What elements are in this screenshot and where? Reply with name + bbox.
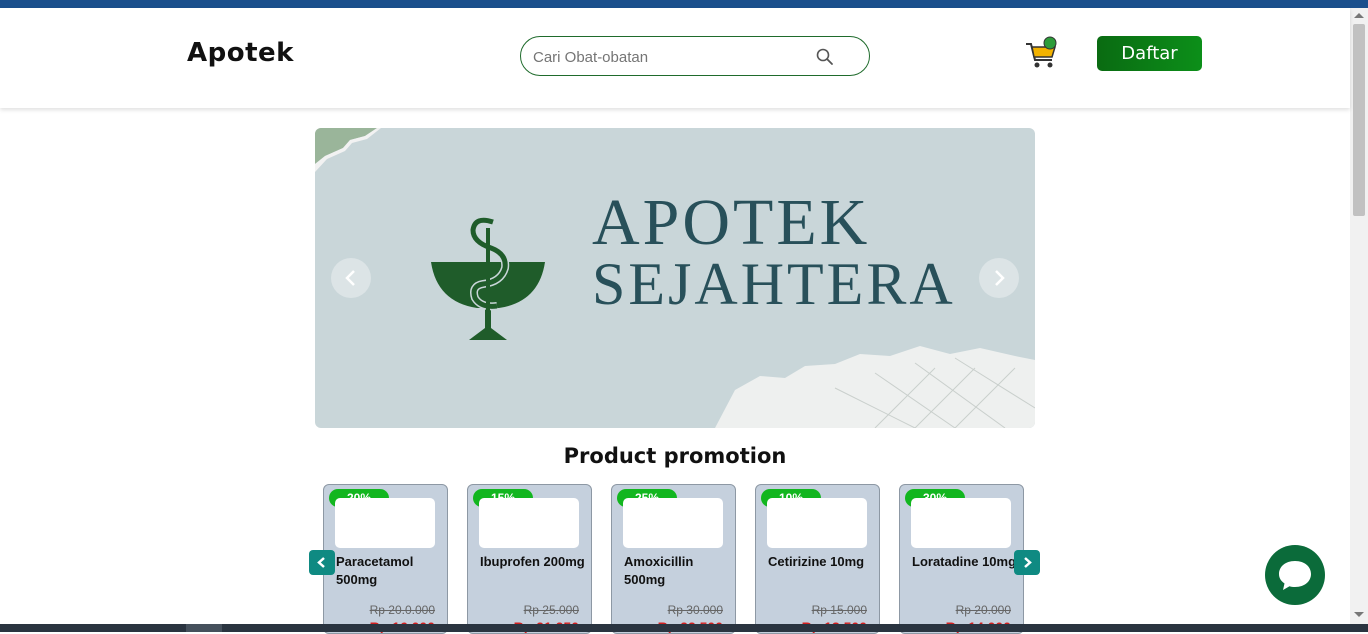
chevron-right-icon — [1024, 557, 1032, 568]
banner-prev-button[interactable] — [331, 258, 371, 298]
chat-button[interactable] — [1265, 545, 1325, 605]
original-price: Rp 15.000 — [811, 603, 867, 617]
chevron-left-icon — [317, 557, 325, 568]
original-price: Rp 20.000 — [955, 603, 1011, 617]
pharmacy-bowl-icon — [431, 216, 547, 346]
taskbar-strip — [0, 624, 1368, 632]
cart-icon[interactable] — [1024, 36, 1060, 72]
search-input[interactable] — [533, 45, 813, 69]
top-strip — [0, 0, 1368, 8]
register-button[interactable]: Daftar — [1097, 36, 1202, 71]
scroll-down-arrow[interactable] — [1354, 612, 1364, 617]
product-image — [335, 498, 435, 548]
product-card[interactable]: 20% Paracetamol 500mg Rp 20.0.000 Rp 16.… — [323, 484, 448, 634]
product-name: Amoxicillin 500mg — [624, 554, 694, 587]
promo-next-button[interactable] — [1014, 550, 1040, 575]
chevron-right-icon — [995, 270, 1005, 286]
page-scrollbar[interactable] — [1350, 8, 1368, 624]
product-card[interactable]: 10% Cetirizine 10mg Rp 15.000 Rp 13.500 — [755, 484, 880, 634]
hero-banner: APOTEK SEJAHTERA — [315, 128, 1035, 428]
product-name: Loratadine 10mg — [912, 554, 1017, 569]
product-card[interactable]: 25% Amoxicillin 500mg Rp 30.000 Rp 22.50… — [611, 484, 736, 634]
product-card[interactable]: 15% Ibuprofen 200mg Rp 25.000 Rp 21.250 — [467, 484, 592, 634]
banner-title-line2: SEJAHTERA — [592, 251, 956, 317]
product-name: Ibuprofen 200mg — [480, 554, 585, 569]
original-price: Rp 20.0.000 — [369, 603, 435, 617]
taskbar-item[interactable] — [186, 624, 222, 632]
original-price: Rp 30.000 — [667, 603, 723, 617]
banner-title-line1: APOTEK — [592, 186, 871, 259]
scroll-up-arrow[interactable] — [1354, 13, 1364, 18]
promo-prev-button[interactable] — [309, 550, 335, 575]
original-price: Rp 25.000 — [523, 603, 579, 617]
search-icon[interactable] — [815, 47, 835, 67]
chat-icon — [1279, 561, 1311, 590]
product-name: Cetirizine 10mg — [768, 554, 865, 569]
site-header: Apotek Daftar — [0, 8, 1350, 108]
product-card[interactable]: 30% Loratadine 10mg Rp 20.000 Rp 14.000 — [899, 484, 1024, 634]
product-image — [911, 498, 1011, 548]
scrollbar-thumb[interactable] — [1353, 24, 1365, 216]
section-title: Product promotion — [563, 444, 787, 468]
product-image — [767, 498, 867, 548]
product-image — [479, 498, 579, 548]
product-image — [623, 498, 723, 548]
chevron-left-icon — [345, 270, 355, 286]
banner-next-button[interactable] — [979, 258, 1019, 298]
site-logo[interactable]: Apotek — [187, 38, 294, 68]
search-bar[interactable] — [520, 36, 870, 76]
product-name: Paracetamol 500mg — [336, 554, 414, 587]
